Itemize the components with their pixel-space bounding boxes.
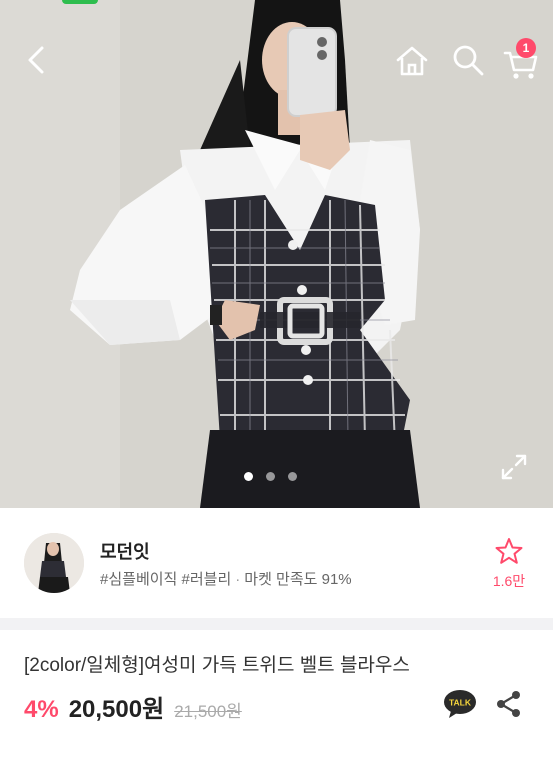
search-icon[interactable]	[450, 42, 486, 78]
expand-icon[interactable]	[500, 453, 528, 481]
pagination-dot-active[interactable]	[244, 472, 253, 481]
gallery-pagination	[244, 472, 297, 481]
store-name[interactable]: 모던잇	[100, 538, 150, 564]
status-indicator	[62, 0, 98, 4]
original-price: 21,500원	[174, 702, 242, 721]
sale-price: 20,500원	[68, 696, 165, 723]
price-row: 4% 20,500원 21,500원	[24, 689, 242, 723]
star-icon[interactable]	[494, 536, 524, 566]
discount-rate: 4%	[24, 696, 59, 723]
product-image-gallery[interactable]: 1	[0, 0, 553, 508]
store-tags: #심플베이직 #러블리	[100, 571, 232, 588]
home-icon[interactable]	[393, 42, 431, 80]
section-divider	[0, 618, 553, 630]
back-icon[interactable]	[18, 42, 54, 78]
meta-separator: ·	[235, 571, 241, 588]
store-avatar[interactable]	[24, 533, 84, 593]
pagination-dot[interactable]	[288, 472, 297, 481]
share-icon[interactable]	[495, 689, 523, 719]
cart-count-badge: 1	[516, 38, 536, 58]
store-meta: #심플베이직 #러블리 · 마켓 만족도 91%	[100, 568, 352, 589]
talk-label: TALK	[449, 698, 472, 708]
kakao-talk-icon[interactable]: TALK	[443, 689, 477, 719]
store-info-row[interactable]: 모던잇 #심플베이직 #러블리 · 마켓 만족도 91% 1.6만	[0, 508, 553, 618]
store-satisfaction: 마켓 만족도 91%	[244, 571, 352, 588]
like-count: 1.6만	[492, 573, 526, 589]
pagination-dot[interactable]	[266, 472, 275, 481]
avatar-image	[24, 533, 84, 593]
product-title: [2color/일체형]여성미 가득 트위드 벨트 블라우스	[24, 655, 410, 676]
